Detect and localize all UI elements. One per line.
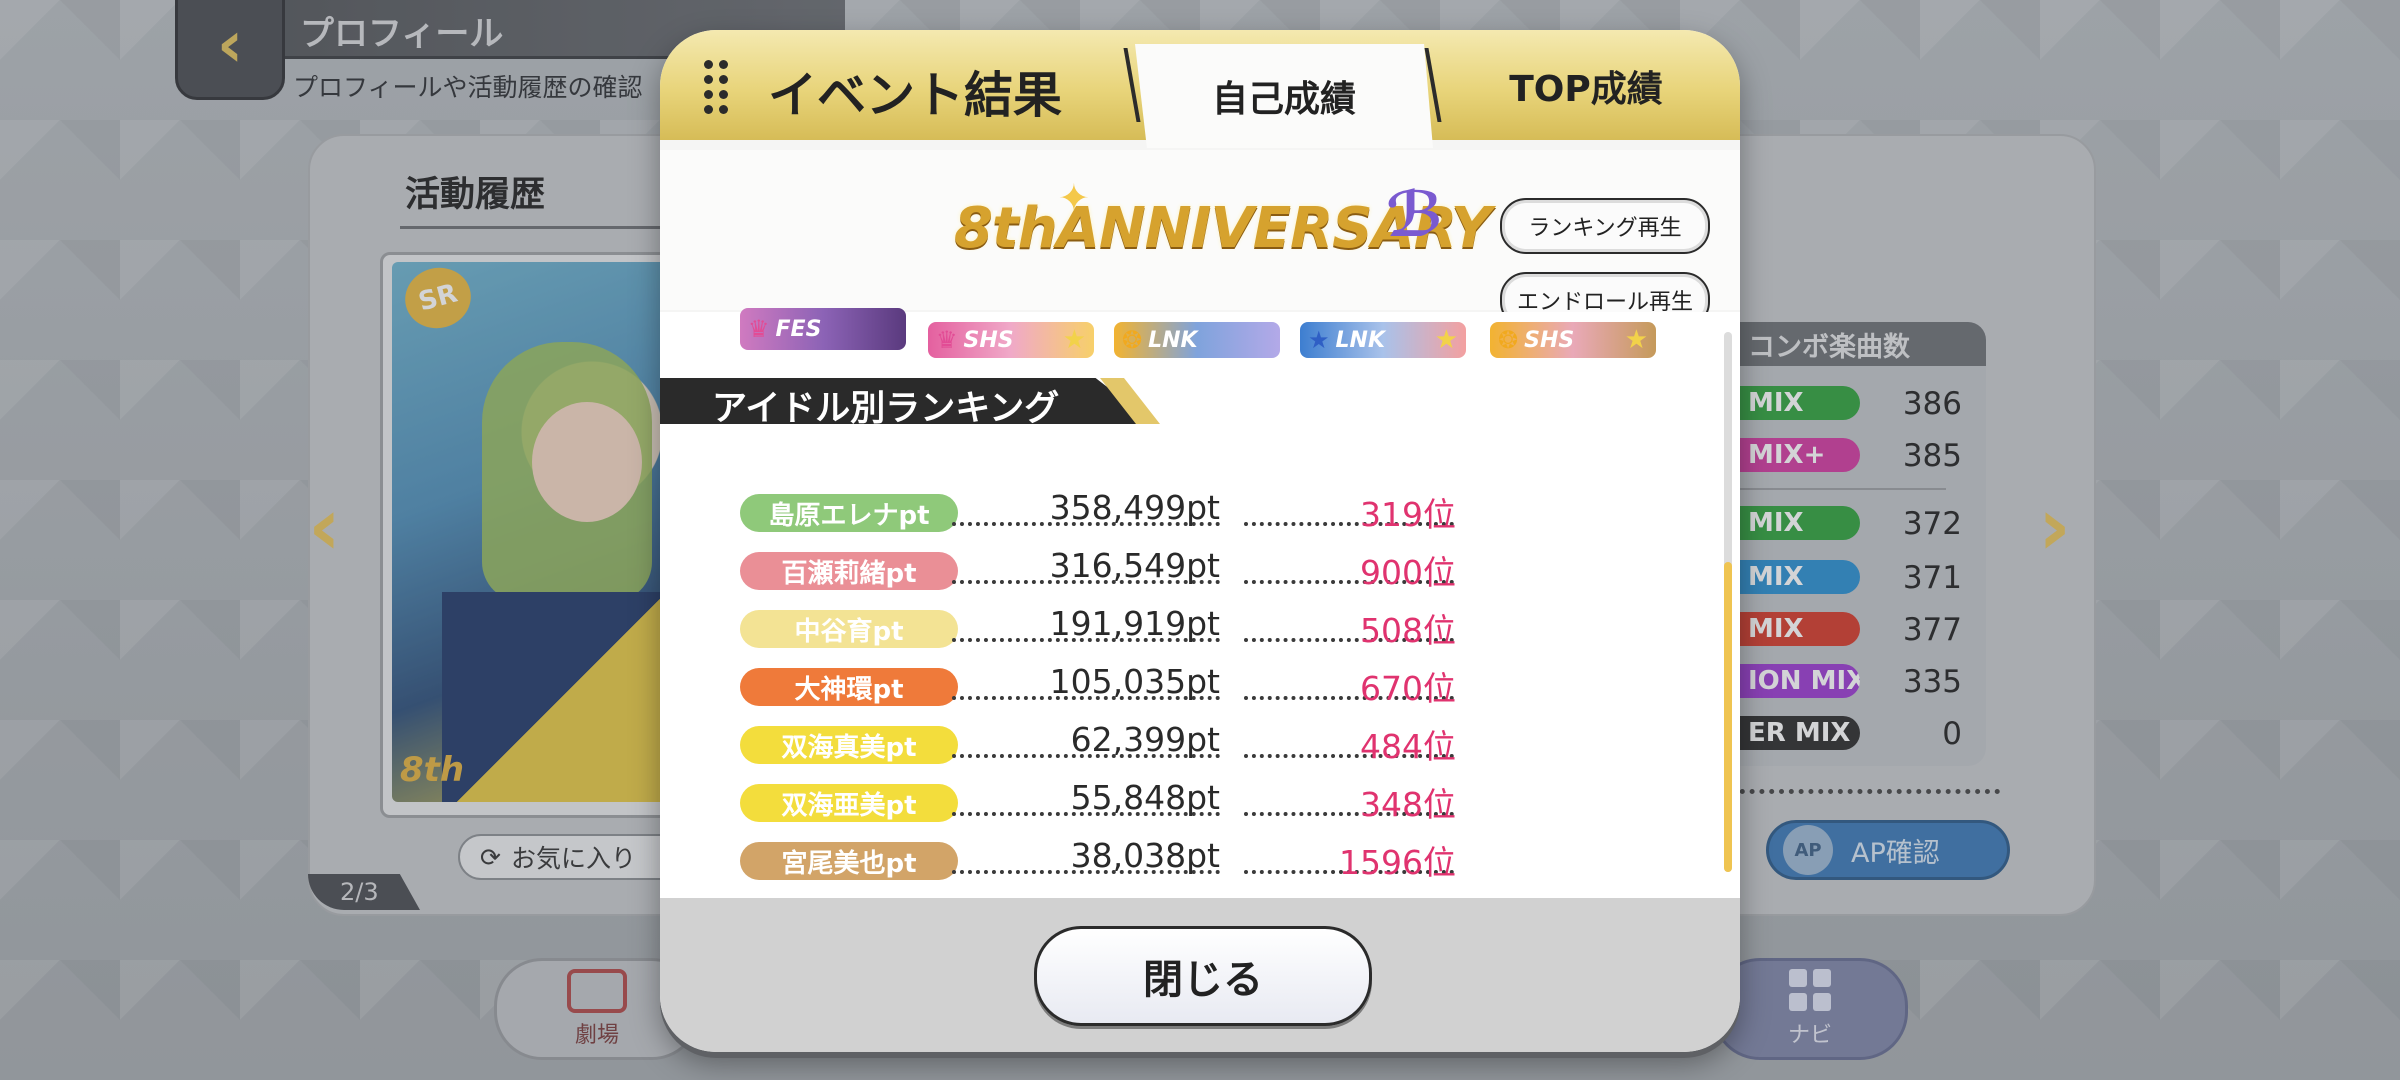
ranking-row: 中谷育pt 191,919pt 508位 bbox=[740, 604, 1480, 654]
idol-points: 358,499pt bbox=[1049, 488, 1220, 527]
idol-name: 宮尾美也pt bbox=[740, 842, 958, 880]
idol-name: 島原エレナpt bbox=[740, 494, 958, 532]
crown-icon: ♛ bbox=[748, 315, 770, 343]
results-list[interactable]: ♛ FES ♛ SHS ★ ❂ LNK ★ LNK ★ ❂ SHS ★ アイドル… bbox=[660, 308, 1740, 898]
event-badge: ❂ SHS ★ bbox=[1490, 322, 1656, 358]
idol-name: 百瀬莉緒pt bbox=[740, 552, 958, 590]
idol-rank: 484位 bbox=[1360, 727, 1456, 766]
idol-points: 316,549pt bbox=[1049, 546, 1220, 585]
idol-points: 62,399pt bbox=[1070, 720, 1220, 759]
star-icon: ★ bbox=[1308, 326, 1330, 354]
ranking-row: 大神環pt 105,035pt 670位 bbox=[740, 662, 1480, 712]
idol-rank: 900位 bbox=[1360, 553, 1456, 592]
ranking-row: 島原エレナpt 358,499pt 319位 bbox=[740, 488, 1480, 538]
event-result-modal: イベント結果 自己成績 TOP成績 8thANNIVERSARY ✦ ℬ ランキ… bbox=[660, 30, 1740, 1052]
scrollbar-thumb[interactable] bbox=[1724, 562, 1732, 872]
idol-rank: 1596位 bbox=[1339, 843, 1456, 882]
star-icon: ★ bbox=[1434, 325, 1458, 355]
crown-icon: ♛ bbox=[936, 326, 958, 354]
ranking-row: 宮尾美也pt 38,038pt 1596位 bbox=[740, 836, 1480, 886]
swirl-icon: ❂ bbox=[1122, 326, 1143, 354]
idol-points: 191,919pt bbox=[1049, 604, 1220, 643]
modal-header: イベント結果 自己成績 TOP成績 bbox=[660, 30, 1740, 148]
idol-name: 双海亜美pt bbox=[740, 784, 958, 822]
event-badge: ♛ FES bbox=[740, 308, 906, 350]
badge-label: LNK bbox=[1335, 327, 1385, 353]
idol-rank: 670位 bbox=[1360, 669, 1456, 708]
logo-area: 8thANNIVERSARY ✦ ℬ ランキング再生 エンドロール再生 bbox=[660, 150, 1740, 328]
event-badge: ★ LNK ★ bbox=[1300, 322, 1466, 358]
ranking-title: アイドル別ランキング bbox=[712, 389, 1060, 429]
sparkle-icon: ✦ bbox=[1058, 176, 1090, 220]
idol-points: 38,038pt bbox=[1070, 836, 1220, 875]
idol-points: 55,848pt bbox=[1070, 778, 1220, 817]
modal-title: イベント結果 bbox=[768, 67, 1063, 124]
ranking-row: 百瀬莉緒pt 316,549pt 900位 bbox=[740, 546, 1480, 596]
close-button[interactable]: 閉じる bbox=[1034, 926, 1372, 1026]
badge-label: SHS bbox=[1524, 327, 1575, 353]
anniversary-emblem-icon: ℬ bbox=[1386, 178, 1444, 251]
star-icon: ★ bbox=[1624, 325, 1648, 355]
tab-top-results[interactable]: TOP成績 bbox=[1456, 56, 1716, 116]
ranking-replay-button[interactable]: ランキング再生 bbox=[1500, 198, 1710, 254]
idol-rank: 348位 bbox=[1360, 785, 1456, 824]
badge-label: SHS bbox=[963, 327, 1014, 353]
ranking-row: 双海亜美pt 55,848pt 348位 bbox=[740, 778, 1480, 828]
idol-name: 大神環pt bbox=[740, 668, 958, 706]
idol-rank: 508位 bbox=[1360, 611, 1456, 650]
event-badge: ♛ SHS ★ bbox=[928, 322, 1094, 358]
badge-label: LNK bbox=[1148, 327, 1198, 353]
idol-name: 中谷育pt bbox=[740, 610, 958, 648]
idol-rank: 319位 bbox=[1360, 495, 1456, 534]
event-badge: ❂ LNK bbox=[1114, 322, 1280, 358]
badge-label: FES bbox=[775, 316, 822, 342]
tab-self-results[interactable]: 自己成績 bbox=[1135, 44, 1433, 148]
ranking-row: 双海真美pt 62,399pt 484位 bbox=[740, 720, 1480, 770]
star-icon: ★ bbox=[1062, 325, 1086, 355]
idol-name: 双海真美pt bbox=[740, 726, 958, 764]
swirl-icon: ❂ bbox=[1498, 326, 1519, 354]
idol-points: 105,035pt bbox=[1049, 662, 1220, 701]
drag-grip-icon bbox=[704, 60, 728, 114]
